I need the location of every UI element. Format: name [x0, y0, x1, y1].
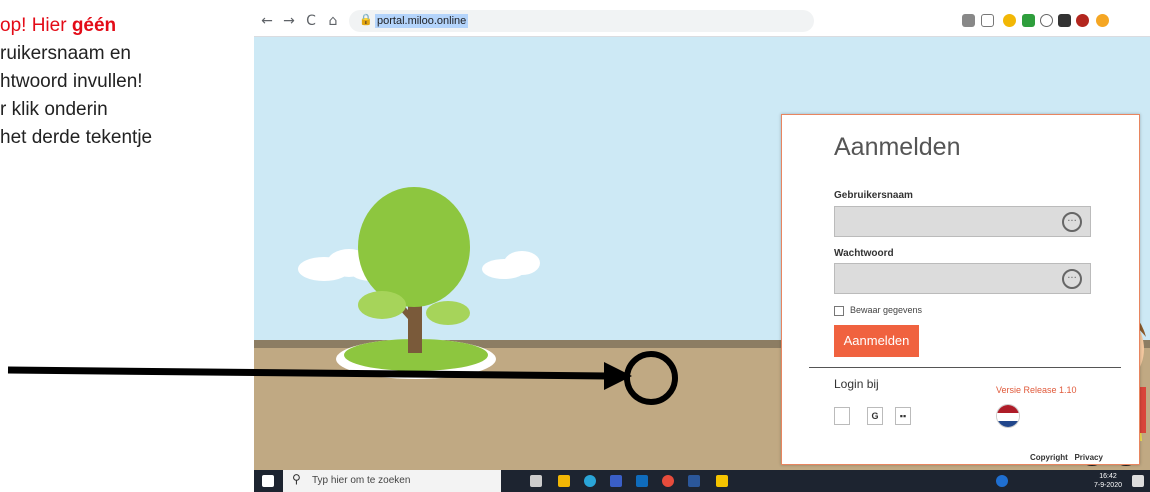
- word-icon[interactable]: [688, 475, 700, 487]
- notification-icon[interactable]: [1132, 475, 1144, 487]
- note-line-4: r klik onderin: [0, 99, 108, 120]
- taskbar-search-placeholder: Typ hier om te zoeken: [312, 475, 411, 486]
- password-field[interactable]: ···: [834, 263, 1091, 294]
- outlook-icon[interactable]: [636, 475, 648, 487]
- app-icon[interactable]: [716, 475, 728, 487]
- privacy-link[interactable]: Privacy: [1074, 453, 1102, 462]
- home-icon[interactable]: ⌂: [324, 12, 342, 30]
- taskbar-search[interactable]: ⚲ Typ hier om te zoeken: [283, 470, 501, 492]
- google-login-button[interactable]: G: [867, 407, 883, 425]
- tray-icon[interactable]: [996, 475, 1008, 487]
- username-label: Gebruikersnaam: [834, 190, 913, 201]
- screenshot-root: op! Hier géén ruikersnaam en htwoord inv…: [0, 0, 1150, 492]
- star-icon[interactable]: [981, 14, 994, 27]
- more-options-icon[interactable]: ···: [1062, 269, 1082, 289]
- chrome-icon[interactable]: [662, 475, 674, 487]
- browser-toolbar: ← → C ⌂ 🔒 portal.miloo.online: [254, 5, 1150, 37]
- clock-time: 16:42: [1099, 473, 1117, 480]
- forward-icon[interactable]: →: [280, 12, 298, 30]
- login-title: Aanmelden: [834, 133, 961, 161]
- login-with-label: Login bij: [834, 377, 879, 391]
- instruction-note: op! Hier géén ruikersnaam en htwoord inv…: [0, 12, 250, 152]
- version-text: Versie Release 1.10: [996, 385, 1077, 395]
- extension-icon-1[interactable]: [1003, 14, 1016, 27]
- remember-checkbox[interactable]: [834, 306, 844, 316]
- edge-icon[interactable]: [584, 475, 596, 487]
- back-icon[interactable]: ←: [258, 12, 276, 30]
- reload-icon[interactable]: C: [302, 12, 320, 30]
- extension-icon-2[interactable]: [1022, 14, 1035, 27]
- copyright-link[interactable]: Copyright: [1030, 453, 1068, 462]
- login-button[interactable]: Aanmelden: [834, 325, 919, 357]
- windows-start-icon[interactable]: [262, 475, 274, 487]
- username-field[interactable]: ···: [834, 206, 1091, 237]
- clock-date: 7-9-2020: [1093, 482, 1122, 489]
- note-line-1a: op! Hier: [0, 15, 72, 36]
- microsoft-login-button[interactable]: ▪▪: [895, 407, 911, 425]
- note-line-1: op! Hier géén: [0, 12, 250, 40]
- note-line-1b: géén: [71, 15, 117, 36]
- browser-window: ← → C ⌂ 🔒 portal.miloo.online Aanmelden …: [254, 5, 1150, 470]
- extension-icon-4[interactable]: [1096, 14, 1109, 27]
- login-card: Aanmelden Gebruikersnaam ··· Wachtwoord …: [781, 114, 1140, 465]
- windows-taskbar: ⚲ Typ hier om te zoeken 16:42 7-9-2020: [254, 470, 1150, 492]
- page-background: Aanmelden Gebruikersnaam ··· Wachtwoord …: [254, 37, 1150, 470]
- profile-icon[interactable]: [1076, 14, 1089, 27]
- footer-links: Copyright Privacy: [1030, 453, 1103, 462]
- more-options-icon[interactable]: ···: [1062, 212, 1082, 232]
- sso-button-1[interactable]: [834, 407, 850, 425]
- dutch-flag-icon[interactable]: [996, 404, 1020, 428]
- remember-label: Bewaar gegevens: [850, 305, 923, 315]
- extensions-icon[interactable]: [1058, 14, 1071, 27]
- store-icon[interactable]: [610, 475, 622, 487]
- note-line-3: htwoord invullen!: [0, 71, 143, 92]
- note-line-2: ruikersnaam en: [0, 43, 131, 64]
- task-view-icon[interactable]: [530, 475, 542, 487]
- lock-icon: 🔒: [359, 13, 373, 26]
- taskbar-clock[interactable]: 16:42 7-9-2020: [1094, 472, 1122, 490]
- note-line-5: het derde tekentje: [0, 127, 153, 148]
- divider: [809, 367, 1121, 368]
- search-icon: ⚲: [292, 472, 301, 486]
- file-explorer-icon[interactable]: [558, 475, 570, 487]
- extension-icon-3[interactable]: [1040, 14, 1053, 27]
- password-label: Wachtwoord: [834, 248, 894, 259]
- address-url: portal.miloo.online: [375, 14, 469, 28]
- address-bar[interactable]: 🔒 portal.miloo.online: [349, 10, 814, 32]
- translate-icon[interactable]: [962, 14, 975, 27]
